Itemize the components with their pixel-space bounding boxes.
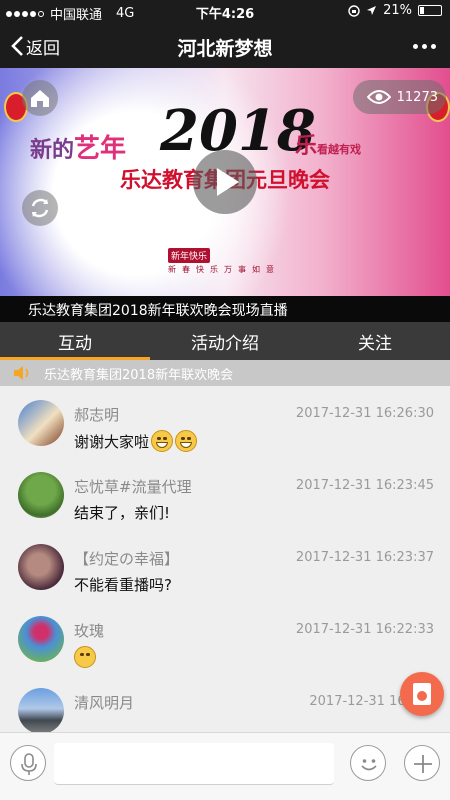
commenter-name: 玫瑰 xyxy=(74,622,105,640)
avatar[interactable] xyxy=(18,616,64,662)
new-year-blessing: 新春快乐万事如意 xyxy=(168,265,280,274)
nav-bar: 返回 河北新梦想 xyxy=(0,24,450,68)
new-year-stamp: 新年快乐 xyxy=(168,248,211,263)
play-icon xyxy=(217,168,239,196)
comment-time: 2017-12-31 16:23:45 xyxy=(295,478,434,493)
list-item: 清风明月 2017-12-31 16: xyxy=(0,674,450,732)
avatar[interactable] xyxy=(18,544,64,590)
play-button[interactable] xyxy=(193,150,257,214)
avatar[interactable] xyxy=(18,400,64,446)
grin-emoji-icon xyxy=(175,430,198,452)
view-count: 11273 xyxy=(396,89,438,105)
comment-input[interactable] xyxy=(54,743,334,785)
tab-follow[interactable]: 关注 xyxy=(300,322,450,360)
comment-list[interactable]: 郝志明 2017-12-31 16:26:30 谢谢大家啦 忘忧草#流量代理 2… xyxy=(0,386,450,732)
red-packet-icon xyxy=(413,683,431,705)
home-icon xyxy=(31,90,49,107)
commenter-name: 忘忧草#流量代理 xyxy=(74,478,192,496)
banner-slogan-right: 乐看越有戏 xyxy=(295,133,362,159)
eye-icon xyxy=(366,90,391,104)
commenter-name: 清风明月 xyxy=(74,694,135,712)
status-bar: 中国联通 4G 下午4:26 21% xyxy=(0,0,450,24)
battery-icon xyxy=(418,5,442,16)
voice-button[interactable] xyxy=(10,745,46,781)
announcement-text: 乐达教育集团2018新年联欢晚会 xyxy=(44,367,234,383)
announcement-bar: 乐达教育集团2018新年联欢晚会 xyxy=(0,360,450,386)
live-video-banner[interactable]: 11273 新的艺年 2018 乐看越有戏 乐达教育集团元旦晚会 新年快乐 新春… xyxy=(0,68,450,296)
list-item: 郝志明 2017-12-31 16:26:30 谢谢大家啦 xyxy=(0,386,450,458)
list-item: 【约定の幸福】 2017-12-31 16:23:37 不能看重播吗? xyxy=(0,530,450,602)
speaker-icon xyxy=(14,366,29,380)
tab-event-intro[interactable]: 活动介绍 xyxy=(150,322,300,360)
plus-icon xyxy=(414,755,432,773)
video-caption: 乐达教育集团2018新年联欢晚会现场直播 xyxy=(0,296,450,322)
microphone-icon xyxy=(21,753,37,775)
home-button[interactable] xyxy=(22,80,58,116)
list-item: 忘忧草#流量代理 2017-12-31 16:23:45 结束了，亲们! xyxy=(0,458,450,530)
avatar[interactable] xyxy=(18,472,64,518)
comment-text: 不能看重播吗? xyxy=(74,576,172,594)
comment-text: 结束了，亲们! xyxy=(74,504,171,522)
banner-slogan-left: 新的艺年 xyxy=(30,134,127,164)
location-icon xyxy=(367,6,377,15)
refresh-button[interactable] xyxy=(22,190,58,226)
more-dots-icon[interactable] xyxy=(413,24,436,68)
orientation-lock-icon xyxy=(348,4,360,17)
comment-time: 2017-12-31 16:26:30 xyxy=(295,406,434,421)
add-button[interactable] xyxy=(404,745,440,781)
avatar[interactable] xyxy=(18,688,64,732)
comment-time: 2017-12-31 16: xyxy=(309,694,410,709)
smiley-icon xyxy=(361,759,377,771)
comment-text xyxy=(74,646,96,668)
red-packet-button[interactable] xyxy=(400,672,444,716)
input-bar xyxy=(0,732,450,800)
commenter-name: 郝志明 xyxy=(74,406,120,424)
view-count-badge: 11273 xyxy=(352,80,446,114)
comment-time: 2017-12-31 16:22:33 xyxy=(295,622,434,637)
crying-emoji-icon xyxy=(74,646,96,668)
battery-percent: 21% xyxy=(383,3,412,18)
comment-text: 谢谢大家啦 xyxy=(74,430,198,452)
refresh-icon xyxy=(31,198,49,218)
grin-emoji-icon xyxy=(151,430,174,452)
tab-bar: 互动 活动介绍 关注 xyxy=(0,322,450,360)
commenter-name: 【约定の幸福】 xyxy=(74,550,180,568)
emoji-button[interactable] xyxy=(350,745,386,781)
list-item: 玫瑰 2017-12-31 16:22:33 xyxy=(0,602,450,674)
page-title: 河北新梦想 xyxy=(177,38,273,60)
tab-interaction[interactable]: 互动 xyxy=(0,322,150,360)
comment-time: 2017-12-31 16:23:37 xyxy=(295,550,434,565)
